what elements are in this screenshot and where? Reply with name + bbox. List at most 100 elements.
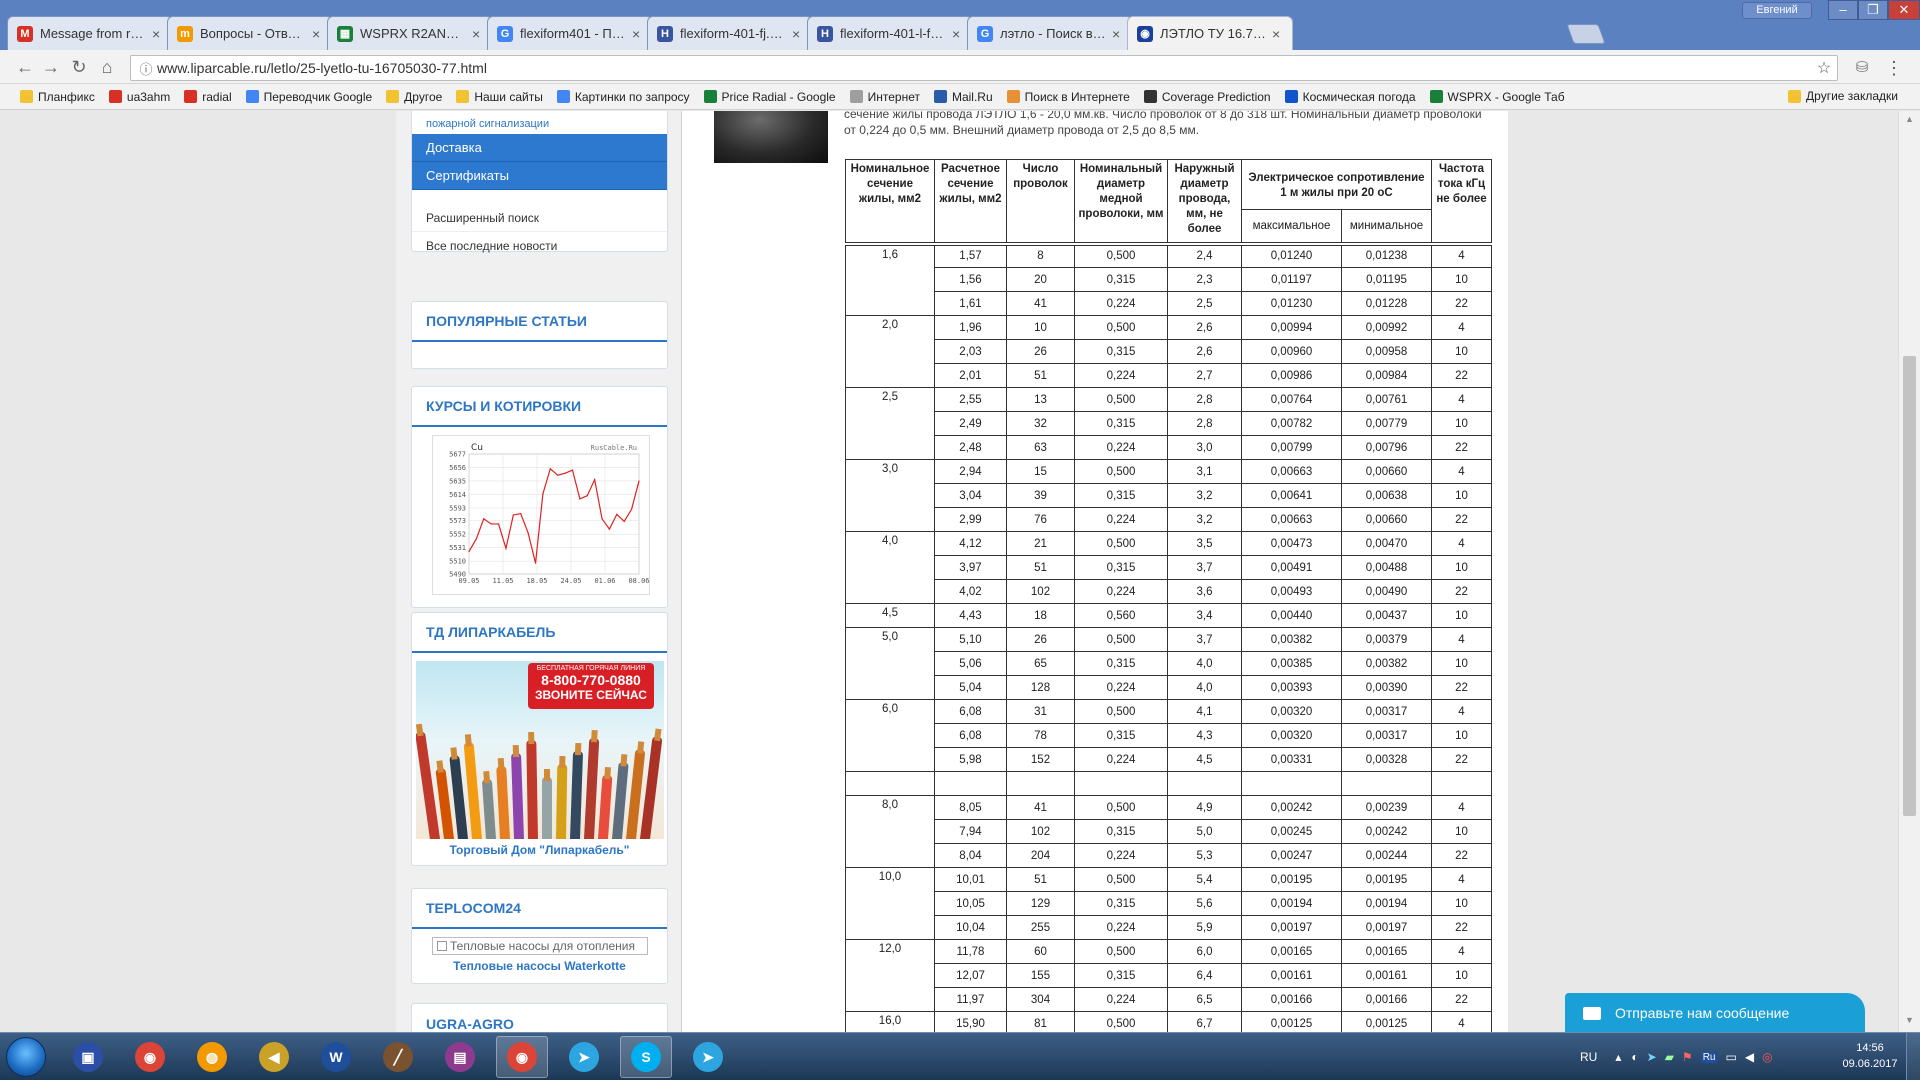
link-advanced-search[interactable]: Расширенный поиск [412, 204, 667, 232]
start-button-icon[interactable] [6, 1037, 46, 1077]
extension-icon[interactable]: ⛁ [1850, 58, 1874, 80]
url-text[interactable]: www.liparcable.ru/letlo/25-lyetlo-tu-167… [157, 60, 1811, 76]
page-scrollbar[interactable]: ▲ ▼ [1898, 111, 1920, 1032]
tab-close-icon[interactable]: × [472, 27, 484, 41]
tray-antivirus-icon[interactable]: ◎ [1762, 1050, 1772, 1064]
skype-app-icon[interactable]: S [620, 1036, 672, 1078]
td-ad-banner[interactable]: БЕСПЛАТНАЯ ГОРЯЧАЯ ЛИНИЯ 8-800-770-0880 … [416, 661, 664, 839]
menu-link-fire-alarm[interactable]: пожарной сигнализации [412, 111, 667, 134]
telegram2-app-icon[interactable]: ➤ [682, 1036, 734, 1078]
tab-close-icon[interactable]: × [792, 27, 804, 41]
bookmark-item[interactable]: ua3ahm [108, 90, 170, 104]
pen-app-icon[interactable]: ╱ [372, 1036, 424, 1078]
scroll-down-icon[interactable]: ▼ [1903, 1015, 1916, 1029]
bookmark-item[interactable]: WSPRX - Google Таб [1429, 89, 1565, 104]
forward-icon[interactable]: → [40, 57, 62, 79]
tab-close-icon[interactable]: × [632, 27, 644, 41]
info-icon[interactable]: ⓘ [135, 59, 157, 78]
tray-expand-icon[interactable]: ▴ [1615, 1050, 1621, 1064]
tab-close-icon[interactable]: × [952, 27, 964, 41]
tray-flag-icon[interactable]: ⚑ [1682, 1050, 1693, 1064]
tab-close-icon[interactable]: × [1112, 27, 1124, 41]
menu-icon[interactable]: ⋮ [1882, 58, 1906, 80]
word-app-icon[interactable]: W [310, 1036, 362, 1078]
minimize-button[interactable]: – [1828, 0, 1858, 20]
tray-volume-icon[interactable]: ◀ [1745, 1050, 1754, 1064]
tab[interactable]: ▦ WSPRX R2ANR - Google × [327, 16, 493, 50]
teplo-broken-image[interactable]: Тепловые насосы для отопления [432, 937, 648, 955]
maximize-button[interactable]: ❐ [1858, 0, 1888, 20]
address-bar[interactable]: ⓘ www.liparcable.ru/letlo/25-lyetlo-tu-1… [130, 55, 1838, 81]
language-indicator[interactable]: RU [1580, 1050, 1597, 1064]
chat-widget-button[interactable]: Отправьте нам сообщение [1565, 993, 1865, 1033]
teplo-caption-link[interactable]: Тепловые насосы Waterkotte [412, 959, 667, 973]
other-bookmarks-label: Другие закладки [1806, 89, 1898, 103]
profile-button[interactable]: Евгений [1742, 2, 1812, 19]
tab[interactable]: m Вопросы - Ответы - Сет × [167, 16, 333, 50]
bookmark-item[interactable]: Поиск в Интернете [1006, 90, 1130, 104]
copper-tip-shape [620, 754, 628, 767]
bookmark-item[interactable]: Планфикс [20, 90, 95, 104]
tab-close-icon[interactable]: × [1272, 27, 1284, 41]
app-glyph: S [631, 1042, 661, 1072]
table-cell: 76 [1006, 507, 1075, 532]
table-cell: 51 [1006, 867, 1075, 892]
show-desktop-button[interactable] [1906, 1033, 1920, 1080]
bookmark-item[interactable]: Космическая погода [1284, 90, 1416, 104]
bookmark-item[interactable]: Картинки по запросу [556, 90, 690, 104]
table-cell: 0,00782 [1241, 411, 1342, 436]
bookmark-item[interactable]: Price Radial - Google [703, 90, 836, 104]
folder-icon [20, 90, 33, 103]
system-clock[interactable]: 14:56 09.06.2017 [1840, 1040, 1900, 1072]
tab-close-icon[interactable]: × [312, 27, 324, 41]
tab-close-icon[interactable]: × [152, 27, 164, 41]
bookmark-label: WSPRX - Google Таб [1447, 89, 1565, 104]
bookmark-item[interactable]: Другое [386, 90, 442, 104]
telegram-app-icon[interactable]: ➤ [558, 1036, 610, 1078]
tab[interactable]: M Message from radial.ru f × [7, 16, 173, 50]
bookmark-item[interactable]: Интернет [849, 90, 920, 104]
table-row: 1,61 41 0,224 2,5 0,01230 0,01228 22 [846, 291, 1492, 316]
tray-keyboard-icon[interactable]: Ru [1700, 1051, 1718, 1063]
speaker-app-icon[interactable]: ◀ [248, 1036, 300, 1078]
menu-item-delivery[interactable]: Доставка [412, 134, 667, 162]
bookmark-item[interactable]: Переводчик Google [245, 90, 372, 104]
close-window-button[interactable]: ✕ [1888, 0, 1920, 20]
app-glyph: ➤ [569, 1042, 599, 1072]
table-row: 2,99 76 0,224 3,2 0,00663 0,00660 22 [846, 507, 1492, 532]
tray-monitor-icon[interactable]: ▭ [1725, 1050, 1736, 1064]
tab[interactable]: Hflexiform-401-fj.pdf × [647, 16, 813, 50]
tab[interactable]: Gлэтло - Поиск в Google × [967, 16, 1133, 50]
chart-point [564, 472, 566, 474]
menu-item-certificates[interactable]: Сертификаты [412, 162, 667, 190]
link-all-news[interactable]: Все последние новости [412, 232, 667, 260]
tray-network-icon[interactable]: ▰ [1665, 1050, 1674, 1064]
winrar-app-icon[interactable]: ▤ [434, 1036, 486, 1078]
home-icon[interactable]: ⌂ [96, 57, 118, 79]
new-tab-button[interactable] [1566, 24, 1606, 44]
basketball-app-icon[interactable]: ◍ [186, 1036, 238, 1078]
bookmark-label: Планфикс [38, 89, 95, 104]
reload-icon[interactable]: ↻ [68, 57, 90, 79]
tray-app-icon[interactable]: ◐ [1631, 1050, 1638, 1064]
back-icon[interactable]: ← [14, 57, 36, 79]
tab[interactable]: Gflexiform401 - Поиск в G × [487, 16, 653, 50]
bookmark-item[interactable]: Mail.Ru [933, 90, 993, 104]
tab-active[interactable]: ◉ ЛЭТЛО ТУ 16.705.030-77 × [1127, 16, 1293, 50]
table-row: 8,04 204 0,224 5,3 0,00247 0,00244 22 [846, 843, 1492, 868]
chrome-app-icon[interactable]: ◉ [124, 1036, 176, 1078]
table-cell: 22 [1431, 435, 1492, 460]
bookmark-item[interactable]: radial [184, 90, 232, 104]
bookmark-star-icon[interactable]: ☆ [1811, 58, 1837, 78]
scrollbar-thumb[interactable] [1903, 356, 1916, 816]
scroll-up-icon[interactable]: ▲ [1903, 114, 1916, 128]
table-cell: 4 [1431, 867, 1492, 892]
tab[interactable]: Hflexiform-401-l-fj.pdf × [807, 16, 973, 50]
other-bookmarks[interactable]: Другие закладки [1788, 89, 1898, 103]
chrome-active-app-icon[interactable]: ◉ [496, 1036, 548, 1078]
save-app-icon[interactable]: ▣ [62, 1036, 114, 1078]
td-caption-link[interactable]: Торговый Дом "Липаркабель" [412, 843, 667, 857]
bookmark-item[interactable]: Coverage Prediction [1143, 90, 1271, 104]
tray-telegram-icon[interactable]: ➤ [1647, 1050, 1657, 1064]
bookmark-item[interactable]: Наши сайты [456, 90, 543, 104]
